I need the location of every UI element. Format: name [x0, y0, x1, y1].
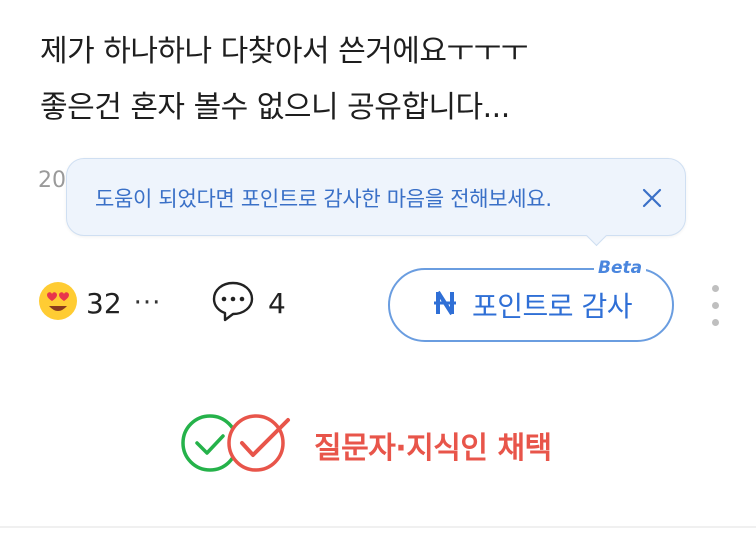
point-thanks-button[interactable]: 포인트로 감사	[388, 268, 674, 342]
post-line-1: 제가 하나하나 다찾아서 쓴거에요ㅜㅜㅜ	[40, 34, 528, 69]
post-body: 제가 하나하나 다찾아서 쓴거에요ㅜㅜㅜ 좋은건 혼자 볼수 없으니 공유합니다…	[40, 24, 720, 136]
heart-eyes-emoji-icon	[38, 281, 78, 325]
point-n-icon	[430, 288, 460, 322]
adopt-label: 질문자·지식인 채택	[314, 431, 552, 466]
post-date-partial: 20	[38, 168, 66, 193]
comment-button[interactable]: 4	[210, 281, 286, 325]
kebab-menu-icon[interactable]	[706, 285, 724, 331]
reaction-button[interactable]: 32 ···	[38, 281, 162, 325]
tooltip-arrow	[585, 224, 608, 247]
divider	[0, 526, 756, 528]
beta-badge: Beta	[594, 258, 647, 278]
comment-count: 4	[268, 286, 286, 320]
more-dots-icon[interactable]: ···	[134, 288, 162, 318]
adopt-badge: 질문자·지식인 채택	[180, 412, 552, 478]
close-icon[interactable]	[641, 187, 663, 209]
adopt-check-icon	[180, 410, 300, 480]
comment-bubble-icon	[210, 278, 256, 328]
point-tooltip: 도움이 되었다면 포인트로 감사한 마음을 전해보세요.	[66, 158, 686, 247]
reaction-count: 32	[86, 286, 122, 320]
tooltip-text: 도움이 되었다면 포인트로 감사한 마음을 전해보세요.	[95, 187, 552, 211]
post-line-2: 좋은건 혼자 볼수 없으니 공유합니다...	[40, 90, 510, 125]
point-button-label: 포인트로 감사	[472, 290, 632, 323]
